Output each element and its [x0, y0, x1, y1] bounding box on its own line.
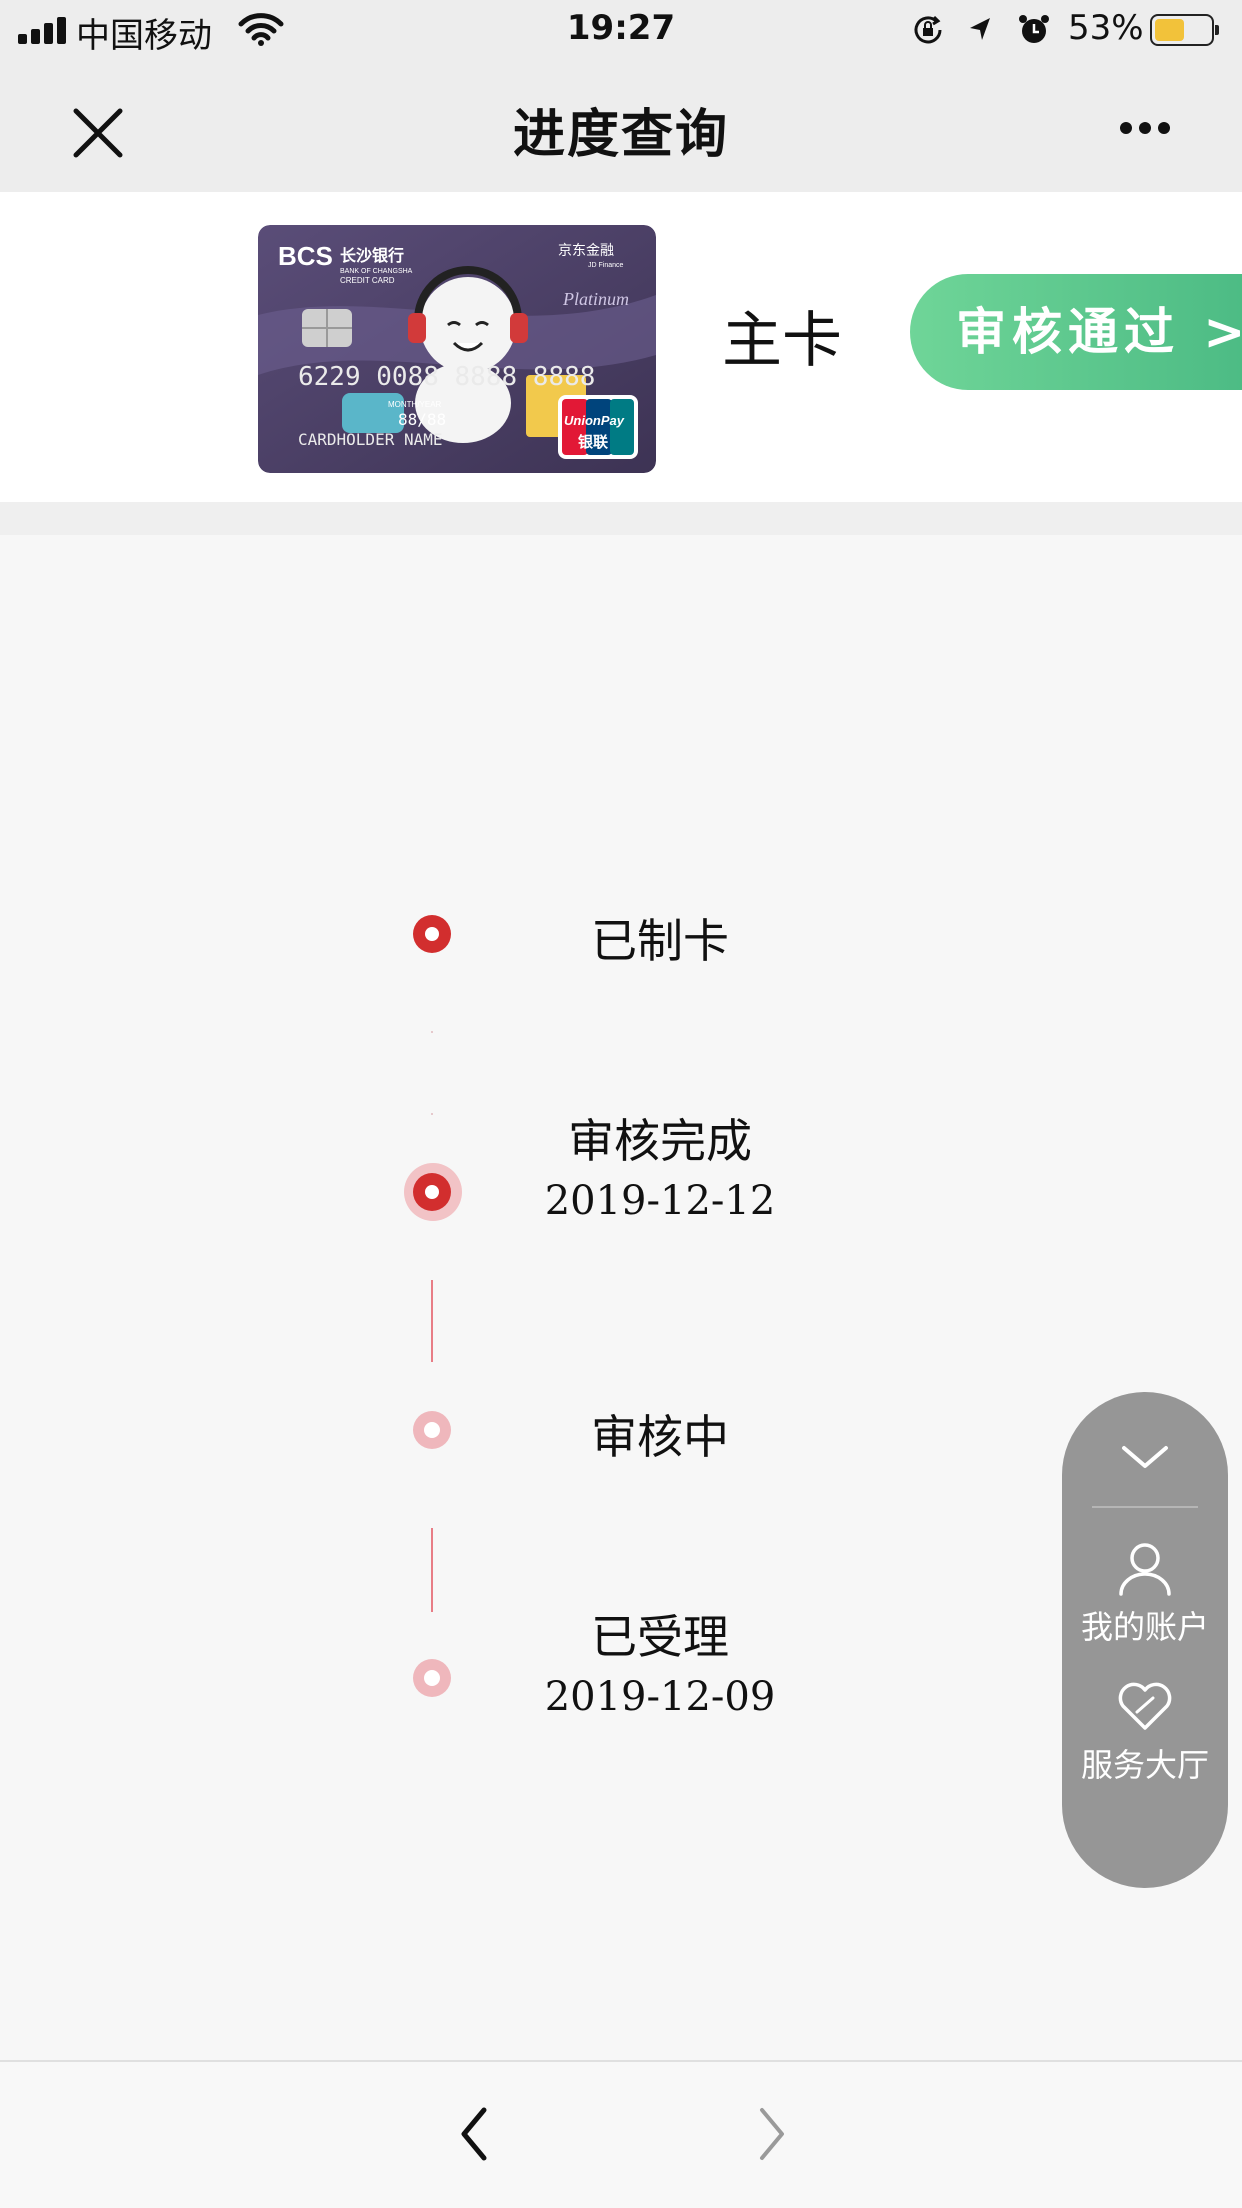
page-title: 进度查询: [512, 105, 729, 165]
credit-card-image: BCS 长沙银行 BANK OF CHANGSHA CREDIT CARD 京东…: [258, 225, 656, 473]
battery-icon: [1150, 14, 1219, 46]
timeline-connector: [431, 1031, 433, 1033]
timeline-connector: [431, 1280, 433, 1362]
step-label: 审核完成: [568, 1114, 752, 1168]
step-date: 2019-12-09: [544, 1674, 776, 1720]
alarm-icon: [1019, 15, 1049, 43]
approval-status-button[interactable]: 审核通过 >: [910, 274, 1242, 390]
svg-text:Platinum: Platinum: [562, 289, 629, 309]
timeline-step: 已制卡: [440, 911, 880, 971]
chevron-down-icon[interactable]: [1062, 1432, 1228, 1482]
service-hall-label: 服务大厅: [1080, 1746, 1209, 1784]
svg-text:京东金融: 京东金融: [558, 243, 614, 259]
svg-text:CREDIT CARD: CREDIT CARD: [340, 276, 395, 285]
nav-bar: 进度查询: [0, 62, 1242, 192]
unionpay-logo: UnionPay 银联: [558, 395, 638, 459]
card-type-label: 主卡: [722, 306, 842, 376]
svg-text:BANK OF CHANGSHA: BANK OF CHANGSHA: [340, 268, 413, 275]
status-icons: [914, 15, 1049, 44]
menu-divider: [1092, 1506, 1198, 1508]
my-account-label: 我的账户: [1080, 1608, 1209, 1646]
battery-level: [1155, 19, 1184, 41]
svg-text:MONTH/YEAR: MONTH/YEAR: [388, 400, 442, 409]
timeline-step: 审核完成 2019-12-12: [440, 1111, 880, 1231]
timeline-step: 审核中: [440, 1407, 880, 1467]
bottom-nav-bar: [0, 2060, 1242, 2208]
chevron-right-icon[interactable]: [752, 2104, 792, 2164]
timeline-step: 已受理 2019-12-09: [440, 1607, 880, 1727]
orientation-lock-icon: [914, 15, 942, 44]
svg-text:JD Finance: JD Finance: [588, 262, 624, 269]
status-bar: 中国移动 19:27 53%: [0, 0, 1242, 62]
progress-timeline: 已制卡 审核完成 2019-12-12 审核中 已受理 2019-12-09: [0, 535, 1242, 2060]
step-label: 已受理: [591, 1610, 729, 1664]
step-label: 审核中: [591, 1410, 729, 1464]
section-divider: [0, 502, 1242, 535]
svg-text:BCS: BCS: [278, 241, 333, 271]
person-icon: [1119, 1543, 1171, 1596]
chevron-left-icon[interactable]: [454, 2104, 494, 2164]
timeline-connector: [431, 1528, 433, 1612]
floating-menu: 我的账户 服务大厅: [1062, 1392, 1228, 1888]
card-summary[interactable]: BCS 长沙银行 BANK OF CHANGSHA CREDIT CARD 京东…: [0, 192, 1242, 502]
service-hall-button[interactable]: 服务大厅: [1062, 1678, 1228, 1786]
svg-text:CARDHOLDER NAME: CARDHOLDER NAME: [298, 430, 443, 449]
svg-text:长沙银行: 长沙银行: [340, 246, 404, 265]
step-label: 已制卡: [591, 914, 729, 968]
heart-icon: [1118, 1682, 1172, 1730]
location-icon: [970, 18, 990, 40]
svg-text:银联: 银联: [578, 433, 609, 451]
timeline-connector: [431, 1113, 433, 1115]
my-account-button[interactable]: 我的账户: [1062, 1540, 1228, 1648]
svg-text:6229 0088 8888 8888: 6229 0088 8888 8888: [298, 362, 595, 392]
battery-percent: 53%: [1068, 8, 1144, 48]
svg-text:UnionPay: UnionPay: [564, 413, 625, 428]
step-date: 2019-12-12: [544, 1178, 776, 1224]
more-icon[interactable]: [1112, 118, 1172, 138]
svg-text:88/88: 88/88: [398, 410, 446, 429]
